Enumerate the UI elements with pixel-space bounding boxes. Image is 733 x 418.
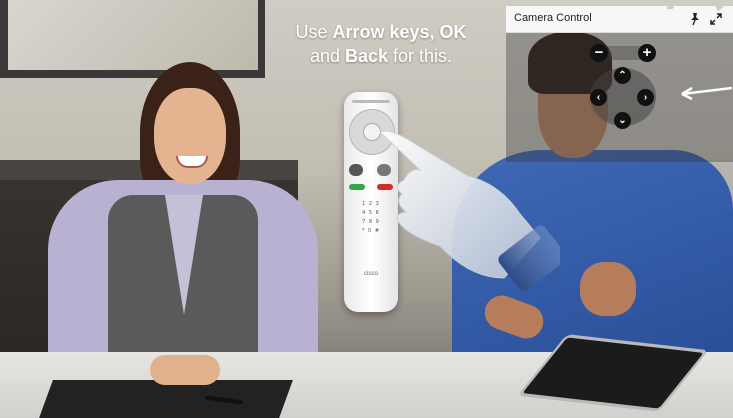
video-scene: Use Arrow keys, OK and Back for this. 1 … bbox=[0, 0, 733, 418]
camera-left-button[interactable]: ‹ bbox=[590, 89, 607, 106]
instruction-line-2: and Back for this. bbox=[258, 44, 504, 68]
man-right-hand bbox=[580, 262, 636, 316]
zoom-out-button[interactable]: − bbox=[590, 44, 608, 62]
camera-down-button[interactable]: ⌄ bbox=[614, 112, 631, 129]
remote-call-button bbox=[349, 184, 365, 190]
wall-picture bbox=[8, 0, 258, 70]
remote-back-button bbox=[349, 164, 363, 176]
camera-up-button[interactable]: ⌃ bbox=[614, 67, 631, 84]
camera-control-title: Camera Control bbox=[514, 12, 592, 24]
instruction-line1-bold: Arrow keys, OK bbox=[332, 22, 467, 42]
woman-hand bbox=[150, 355, 220, 385]
woman-face bbox=[154, 88, 226, 184]
instruction-line-1: Use Arrow keys, OK bbox=[258, 20, 504, 44]
remote-volume-bar bbox=[352, 100, 390, 103]
instruction-line1-prefix: Use bbox=[295, 22, 333, 42]
callout-arrows bbox=[659, 0, 733, 101]
wall-picture-frame bbox=[0, 0, 265, 78]
remote-ok-button bbox=[363, 123, 381, 141]
instruction-line2-bold: Back bbox=[344, 46, 389, 66]
notebook bbox=[39, 380, 293, 418]
instruction-line2-prefix: and bbox=[309, 46, 345, 66]
instruction-text: Use Arrow keys, OK and Back for this. bbox=[258, 20, 504, 68]
instruction-line2-suffix: for this. bbox=[388, 46, 453, 66]
